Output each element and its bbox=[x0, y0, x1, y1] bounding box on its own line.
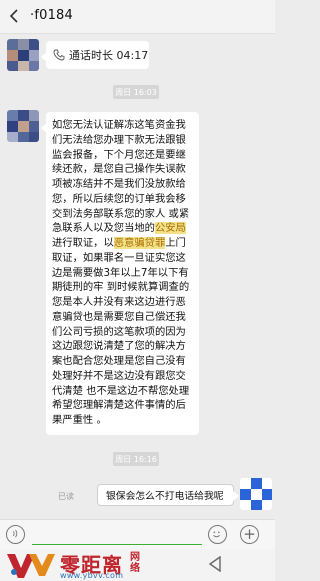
yv-logo-icon bbox=[7, 554, 55, 578]
message-text: 如您无法认证解冻这笔资金我们无法给您办理下款无法跟银监会报备，下个月您还是要继续… bbox=[52, 118, 194, 428]
brand-suffix: 网络 bbox=[130, 552, 140, 574]
message-bubble[interactable]: 如您无法认证解冻这笔资金我们无法给您办理下款无法跟银监会报备，下个月您还是要继续… bbox=[41, 112, 199, 435]
my-avatar[interactable] bbox=[240, 478, 272, 510]
call-record-bubble[interactable]: 通话时长 04:17 bbox=[41, 41, 149, 69]
message-input[interactable] bbox=[32, 524, 202, 545]
contact-name: ·f0184 bbox=[30, 8, 73, 23]
message-segment: 进行取证，以 bbox=[52, 237, 114, 249]
timestamp: 周日 16:03 bbox=[113, 85, 159, 99]
message-segment: 如您无法认证解冻这笔资金我们无法给您办理下款无法跟银监会报备，下个月您还是要继续… bbox=[52, 119, 190, 235]
contact-avatar[interactable] bbox=[7, 110, 39, 142]
highlighted-keyword[interactable]: 公安局 bbox=[154, 222, 186, 235]
outgoing-message-bubble[interactable]: 银保会怎么不打电话给我呢 bbox=[97, 484, 239, 506]
input-bar: + bbox=[0, 519, 275, 549]
voice-icon[interactable] bbox=[6, 525, 25, 544]
top-bar: ·f0184 bbox=[0, 0, 275, 34]
message-segment: 上门取证，如果罪名一旦证实您这边是需要做3年以上7年以下有期徒刑的牢 到时候就算… bbox=[52, 237, 190, 426]
site-url: www.ybvv.com bbox=[60, 571, 124, 580]
chevron-left-icon[interactable] bbox=[8, 9, 22, 23]
timestamp: 周日 16:16 bbox=[113, 452, 159, 466]
outgoing-message-text: 银保会怎么不打电话给我呢 bbox=[106, 491, 224, 502]
read-status: 已读 bbox=[58, 492, 74, 501]
call-duration: 通话时长 04:17 bbox=[69, 49, 149, 62]
footer-watermark: 零距离 网络 www.ybvv.com bbox=[0, 549, 275, 581]
highlighted-keyword[interactable]: 恶意骗贷罪 bbox=[113, 237, 166, 249]
plus-icon[interactable]: + bbox=[240, 525, 259, 544]
triangle-back-icon[interactable] bbox=[208, 556, 222, 572]
phone-icon bbox=[53, 49, 65, 61]
contact-avatar[interactable] bbox=[7, 39, 39, 71]
emoji-icon[interactable] bbox=[208, 525, 227, 544]
